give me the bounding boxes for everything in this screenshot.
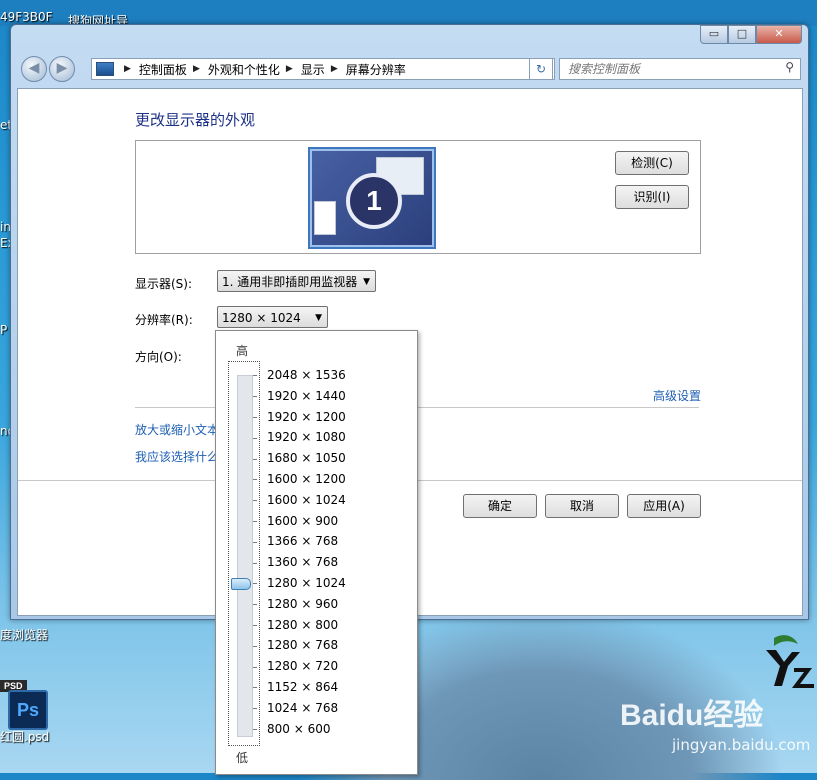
slider-tick xyxy=(253,604,257,606)
search-input[interactable] xyxy=(566,59,775,79)
resolution-option[interactable]: 1280 × 960 xyxy=(267,594,346,615)
resolution-option[interactable]: 800 × 600 xyxy=(267,719,346,740)
slider-high-label: 高 xyxy=(236,344,249,358)
resolution-option[interactable]: 2048 × 1536 xyxy=(267,365,346,386)
address-bar[interactable]: ▶ 控制面板 ▶ 外观和个性化 ▶ 显示 ▶ 屏幕分辨率 ▼ xyxy=(91,58,555,80)
minimize-button[interactable]: ▭ xyxy=(700,25,728,44)
slider-low-label: 低 xyxy=(236,751,249,765)
baidu-watermark-url: jingyan.baidu.com xyxy=(672,736,811,754)
resolution-option[interactable]: 1024 × 768 xyxy=(267,698,346,719)
resolution-option[interactable]: 1366 × 768 xyxy=(267,531,346,552)
slider-tick xyxy=(253,396,257,398)
resolution-slider-thumb[interactable] xyxy=(231,578,251,591)
slider-tick xyxy=(253,708,257,710)
slider-tick xyxy=(253,417,257,418)
window-thumbnail-icon xyxy=(314,201,336,235)
advanced-settings-link[interactable]: 高级设置 xyxy=(653,387,701,404)
apply-button[interactable]: 应用(A) xyxy=(627,494,701,518)
resolution-dropdown: 高 2048 × 1536 1920 × 1440 1920 × 1200 1920 … xyxy=(215,330,418,775)
slider-tick xyxy=(253,625,257,626)
resolution-label: 分辨率(R): xyxy=(135,313,193,327)
desktop-icon-label[interactable]: P xyxy=(0,323,7,337)
resolution-slider-track[interactable] xyxy=(237,375,253,737)
help-link[interactable]: 我应该选择什么 xyxy=(135,448,219,465)
resolution-option[interactable]: 1600 × 1200 xyxy=(267,469,346,490)
breadcrumb-separator-icon[interactable]: ▶ xyxy=(331,64,338,74)
breadcrumb-control-panel[interactable]: 控制面板 xyxy=(139,61,187,78)
breadcrumb-appearance[interactable]: 外观和个性化 xyxy=(208,61,280,78)
slider-tick xyxy=(253,562,257,564)
identify-button[interactable]: 识别(I) xyxy=(615,185,689,209)
page-title: 更改显示器的外观 xyxy=(135,111,256,129)
baidu-watermark: Baidu经验 xyxy=(620,699,764,732)
resolution-option[interactable]: 1920 × 1080 xyxy=(267,427,346,448)
display-select[interactable]: 1. 通用非即插即用监视器 ▼ xyxy=(217,270,376,292)
breadcrumb-screen-resolution[interactable]: 屏幕分辨率 xyxy=(346,61,406,78)
maximize-button[interactable]: □ xyxy=(728,25,756,44)
resolution-option[interactable]: 1600 × 1024 xyxy=(267,490,346,511)
chevron-down-icon: ▼ xyxy=(363,277,370,287)
slider-tick xyxy=(253,729,257,730)
resolution-option[interactable]: 1280 × 800 xyxy=(267,615,346,636)
monitor-preview-panel: 1 检测(C) 识别(I) xyxy=(135,140,701,254)
chevron-down-icon: ▼ xyxy=(315,313,322,323)
monitor-1-icon[interactable]: 1 xyxy=(308,147,436,249)
display-select-value: 1. 通用非即插即用监视器 xyxy=(222,275,358,289)
orientation-label: 方向(O): xyxy=(135,350,182,364)
resolution-option[interactable]: 1280 × 720 xyxy=(267,656,346,677)
text-size-link[interactable]: 放大或缩小文本 xyxy=(135,421,219,438)
resolution-option[interactable]: 1280 × 1024 xyxy=(267,573,346,594)
forward-button[interactable]: ▶ xyxy=(49,56,75,82)
slider-tick xyxy=(253,645,257,647)
slider-tick xyxy=(253,687,257,689)
back-button[interactable]: ◀ xyxy=(21,56,47,82)
resolution-list: 2048 × 1536 1920 × 1440 1920 × 1200 1920 × … xyxy=(267,365,346,739)
cancel-button[interactable]: 取消 xyxy=(545,494,619,518)
monitor-number: 1 xyxy=(346,173,402,229)
resolution-option[interactable]: 1360 × 768 xyxy=(267,552,346,573)
slider-tick xyxy=(253,583,257,585)
slider-tick xyxy=(253,666,257,668)
control-panel-icon xyxy=(96,62,114,76)
slider-tick xyxy=(253,375,257,377)
photoshop-file-icon[interactable]: Ps xyxy=(8,690,48,730)
close-button[interactable]: ✕ xyxy=(756,25,802,44)
search-icon[interactable]: ⚲ xyxy=(785,60,794,74)
breadcrumb-separator-icon[interactable]: ▶ xyxy=(193,64,200,74)
breadcrumb-display[interactable]: 显示 xyxy=(301,61,325,78)
resolution-option[interactable]: 1600 × 900 xyxy=(267,511,346,532)
detect-button[interactable]: 检测(C) xyxy=(615,151,689,175)
resolution-select-value: 1280 × 1024 xyxy=(222,311,301,325)
breadcrumb: ▶ 控制面板 ▶ 外观和个性化 ▶ 显示 ▶ 屏幕分辨率 xyxy=(118,61,406,78)
resolution-option[interactable]: 1920 × 1200 xyxy=(267,407,346,428)
slider-tick xyxy=(253,521,257,522)
desktop-icon-label[interactable]: 49F3B0F xyxy=(0,10,53,24)
breadcrumb-separator-icon[interactable]: ▶ xyxy=(286,64,293,74)
resolution-option[interactable]: 1152 × 864 xyxy=(267,677,346,698)
caption-buttons: ▭ □ ✕ xyxy=(700,25,802,44)
resolution-option[interactable]: 1280 × 768 xyxy=(267,635,346,656)
yz-logo-icon xyxy=(766,635,814,688)
slider-tick xyxy=(253,437,257,439)
resolution-option[interactable]: 1680 × 1050 xyxy=(267,448,346,469)
search-box[interactable]: ⚲ xyxy=(559,58,801,80)
refresh-icon: ↻ xyxy=(535,62,547,76)
refresh-button[interactable]: ↻ xyxy=(529,58,553,80)
desktop-icon-label[interactable]: 红圆.psd xyxy=(0,728,49,745)
slider-tick xyxy=(253,479,257,481)
resolution-option[interactable]: 1920 × 1440 xyxy=(267,386,346,407)
desktop-icon-label[interactable]: 度浏览器 xyxy=(0,626,48,643)
forward-arrow-icon: ▶ xyxy=(56,60,68,76)
display-label: 显示器(S): xyxy=(135,277,193,291)
ok-button[interactable]: 确定 xyxy=(463,494,537,518)
breadcrumb-separator-icon: ▶ xyxy=(124,64,131,74)
resolution-select[interactable]: 1280 × 1024 ▼ xyxy=(217,306,328,328)
slider-tick xyxy=(253,541,257,543)
slider-tick xyxy=(253,500,257,502)
back-arrow-icon: ◀ xyxy=(28,60,40,76)
slider-tick xyxy=(253,458,257,460)
